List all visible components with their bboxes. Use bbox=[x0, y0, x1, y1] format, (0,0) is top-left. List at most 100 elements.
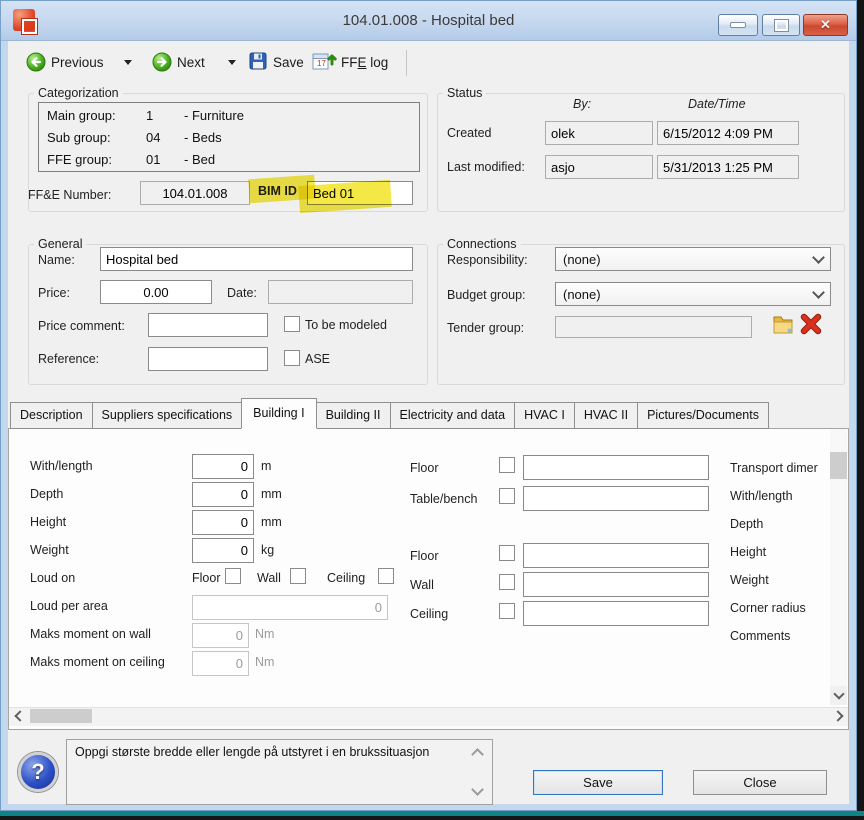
chevron-down-icon[interactable] bbox=[471, 783, 484, 796]
previous-dropdown-caret-icon[interactable] bbox=[124, 60, 132, 65]
name-label: Name: bbox=[38, 253, 75, 267]
date-label: Date: bbox=[227, 286, 257, 300]
help-message-box[interactable]: Oppgi største bredde eller lengde på uts… bbox=[66, 739, 493, 805]
responsibility-select[interactable]: (none) bbox=[555, 247, 831, 271]
ase-checkbox[interactable] bbox=[284, 350, 300, 366]
weight-unit: kg bbox=[261, 543, 274, 557]
next-button[interactable]: Next bbox=[177, 55, 205, 70]
chevron-right-icon bbox=[832, 710, 843, 721]
budget-group-label: Budget group: bbox=[447, 288, 526, 302]
transport-dimensions-label: Transport dimer bbox=[730, 461, 829, 475]
bim-id-label: BIM ID bbox=[258, 184, 297, 198]
fasten-floor-input[interactable] bbox=[523, 543, 709, 568]
reference-input[interactable] bbox=[148, 347, 268, 371]
close-window-button[interactable]: ✕ bbox=[803, 14, 848, 36]
with-length-unit: m bbox=[261, 459, 271, 473]
tab-description[interactable]: Description bbox=[10, 402, 93, 429]
fasten-floor-label: Floor bbox=[410, 549, 438, 563]
mount-floor-checkbox[interactable] bbox=[499, 457, 515, 473]
tab-building-1[interactable]: Building I bbox=[241, 398, 316, 429]
tab-strip: Description Suppliers specifications Bui… bbox=[10, 398, 768, 429]
tab-pictures-documents[interactable]: Pictures/Documents bbox=[637, 402, 769, 429]
loud-on-floor-checkbox[interactable] bbox=[225, 568, 241, 584]
tender-group-clear-button[interactable] bbox=[799, 312, 823, 336]
restore-icon bbox=[775, 20, 788, 31]
depth-input[interactable]: 0 bbox=[192, 482, 254, 507]
fasten-wall-checkbox[interactable] bbox=[499, 574, 515, 590]
fasten-ceiling-input[interactable] bbox=[523, 601, 709, 626]
depth-label: Depth bbox=[30, 487, 63, 501]
tab-building-2[interactable]: Building II bbox=[316, 402, 391, 429]
fasten-ceiling-checkbox[interactable] bbox=[499, 603, 515, 619]
close-icon: ✕ bbox=[820, 17, 831, 33]
scroll-left-button[interactable] bbox=[9, 708, 27, 724]
loud-on-ceiling-checkbox[interactable] bbox=[378, 568, 394, 584]
toolbar-separator bbox=[406, 50, 407, 76]
chevron-up-icon[interactable] bbox=[471, 748, 484, 761]
ase-label: ASE bbox=[305, 352, 330, 366]
chevron-down-icon bbox=[833, 688, 844, 699]
budget-group-select[interactable]: (none) bbox=[555, 282, 831, 306]
corner-radius-label: Corner radius bbox=[730, 601, 806, 615]
save-toolbar-button[interactable]: Save bbox=[273, 55, 304, 70]
next-dropdown-caret-icon[interactable] bbox=[228, 60, 236, 65]
ffe-number-label: FF&E Number: bbox=[28, 188, 111, 202]
comments-label: Comments bbox=[730, 629, 790, 643]
ffe-log-button[interactable]: FFE log bbox=[341, 55, 388, 70]
save-icon bbox=[249, 52, 267, 70]
loud-on-wall-checkbox[interactable] bbox=[290, 568, 306, 584]
help-message-text: Oppgi største bredde eller lengde på uts… bbox=[75, 744, 455, 760]
loud-on-wall-label: Wall bbox=[257, 571, 281, 585]
horizontal-scrollbar-thumb[interactable] bbox=[30, 709, 92, 723]
loud-per-area-input[interactable]: 0 bbox=[192, 595, 388, 620]
created-by-field: olek bbox=[545, 121, 653, 145]
fasten-floor-checkbox[interactable] bbox=[499, 545, 515, 561]
with-length-input[interactable]: 0 bbox=[192, 454, 254, 479]
name-input[interactable]: Hospital bed bbox=[100, 247, 413, 271]
scroll-down-button[interactable] bbox=[830, 686, 847, 705]
table-bench-input[interactable] bbox=[523, 486, 709, 511]
vertical-scrollbar-thumb[interactable] bbox=[830, 452, 847, 479]
tab-electricity-and-data[interactable]: Electricity and data bbox=[390, 402, 516, 429]
maks-moment-wall-label: Maks moment on wall bbox=[30, 627, 151, 641]
scroll-right-button[interactable] bbox=[830, 708, 848, 724]
depth-unit: mm bbox=[261, 487, 282, 501]
horizontal-scrollbar[interactable] bbox=[9, 707, 848, 726]
fasten-wall-input[interactable] bbox=[523, 572, 709, 597]
table-bench-label: Table/bench bbox=[410, 492, 477, 506]
tender-group-browse-button[interactable] bbox=[771, 312, 795, 336]
bim-id-input[interactable]: Bed 01 bbox=[307, 181, 413, 205]
weight-input[interactable]: 0 bbox=[192, 538, 254, 563]
to-be-modeled-checkbox[interactable] bbox=[284, 316, 300, 332]
ffe-number-field[interactable]: 104.01.008 bbox=[140, 181, 250, 205]
maks-moment-wall-input[interactable]: 0 bbox=[192, 623, 249, 648]
tab-suppliers-specifications[interactable]: Suppliers specifications bbox=[92, 402, 243, 429]
weight-label: Weight bbox=[30, 543, 69, 557]
modified-by-field: asjo bbox=[545, 155, 653, 179]
maks-moment-ceiling-input[interactable]: 0 bbox=[192, 651, 249, 676]
price-comment-input[interactable] bbox=[148, 313, 268, 337]
price-input[interactable]: 0.00 bbox=[100, 280, 212, 304]
status-title: Status bbox=[443, 86, 486, 100]
previous-button[interactable]: Previous bbox=[51, 55, 104, 70]
with-length-label: With/length bbox=[30, 459, 93, 473]
restore-button[interactable] bbox=[762, 14, 800, 36]
categorization-row: FFE group: 01 - Bed bbox=[47, 149, 419, 171]
minimize-button[interactable] bbox=[718, 14, 758, 36]
height-input[interactable]: 0 bbox=[192, 510, 254, 535]
mount-floor-input[interactable] bbox=[523, 455, 709, 480]
help-button[interactable]: ? bbox=[18, 752, 58, 792]
table-bench-checkbox[interactable] bbox=[499, 488, 515, 504]
price-comment-label: Price comment: bbox=[38, 319, 125, 333]
save-button[interactable]: Save bbox=[533, 770, 663, 795]
categorization-title: Categorization bbox=[34, 86, 123, 100]
tab-hvac-1[interactable]: HVAC I bbox=[514, 402, 575, 429]
maks-moment-wall-unit: Nm bbox=[255, 627, 274, 641]
tab-hvac-2[interactable]: HVAC II bbox=[574, 402, 638, 429]
next-icon bbox=[152, 52, 172, 72]
svg-text:17: 17 bbox=[317, 59, 326, 68]
right-with-length-label: With/length bbox=[730, 489, 793, 503]
close-button[interactable]: Close bbox=[693, 770, 827, 795]
fasten-ceiling-label: Ceiling bbox=[410, 607, 448, 621]
red-x-icon bbox=[799, 312, 823, 336]
